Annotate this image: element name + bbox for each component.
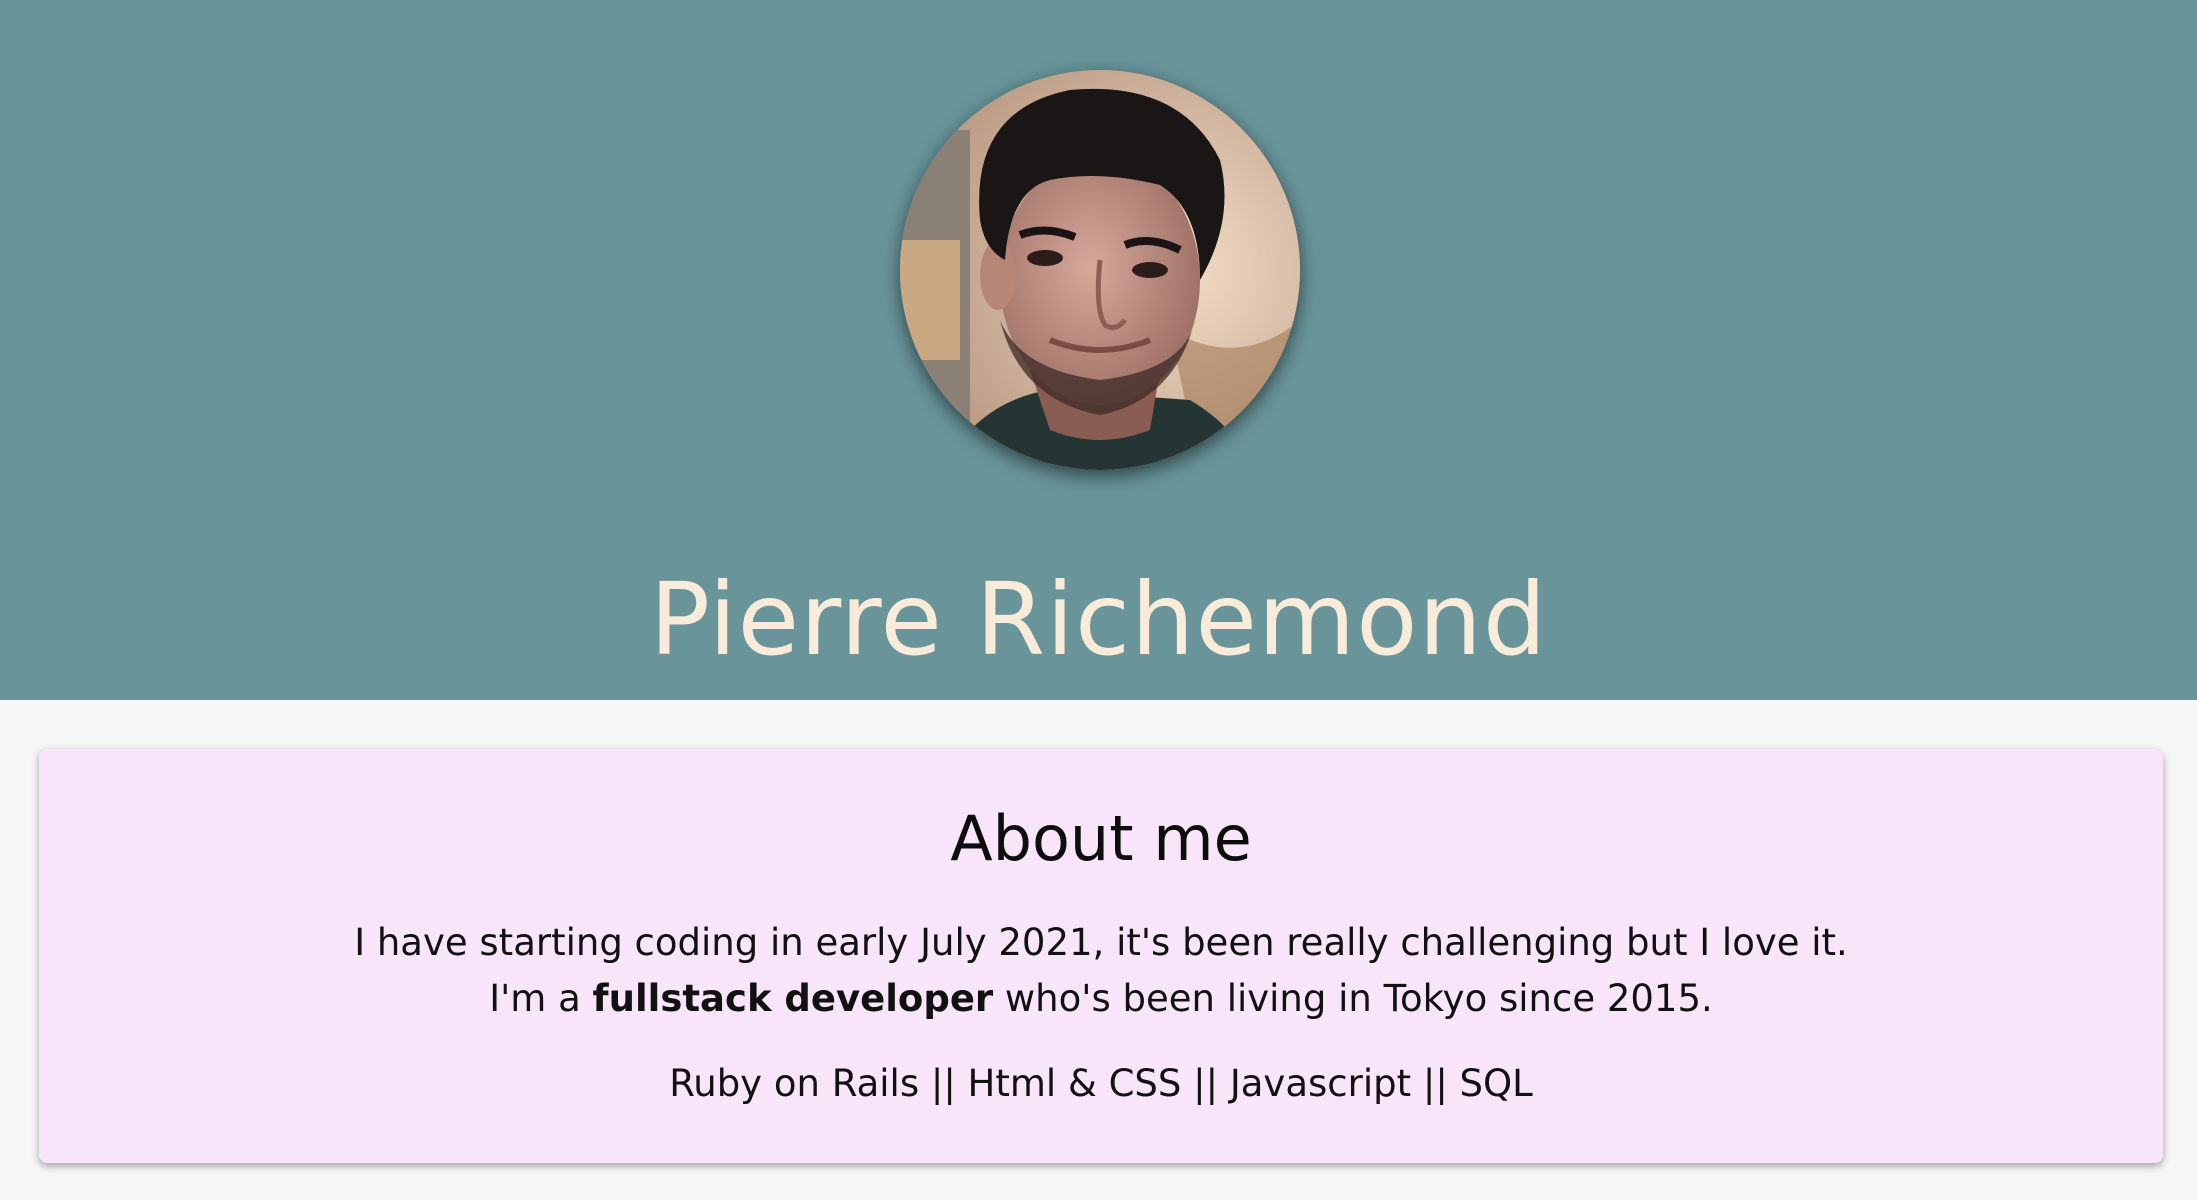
avatar-photo xyxy=(900,70,1300,470)
about-line-1: I have starting coding in early July 202… xyxy=(354,921,1848,964)
profile-avatar xyxy=(900,70,1300,470)
hero-banner: Pierre Richemond xyxy=(0,0,2197,700)
about-line-2-prefix: I'm a xyxy=(489,977,593,1020)
about-description: I have starting coding in early July 202… xyxy=(39,915,2163,1027)
about-role-highlight: fullstack developer xyxy=(592,977,994,1020)
about-line-2-suffix: who's been living in Tokyo since 2015. xyxy=(993,977,1713,1020)
about-title: About me xyxy=(950,802,1252,875)
about-card: About me I have starting coding in early… xyxy=(39,749,2163,1163)
profile-name: Pierre Richemond xyxy=(649,561,1548,678)
skills-list: Ruby on Rails || Html & CSS || Javascrip… xyxy=(669,1062,1533,1105)
page: Pierre Richemond About me I have startin… xyxy=(0,0,2197,1200)
